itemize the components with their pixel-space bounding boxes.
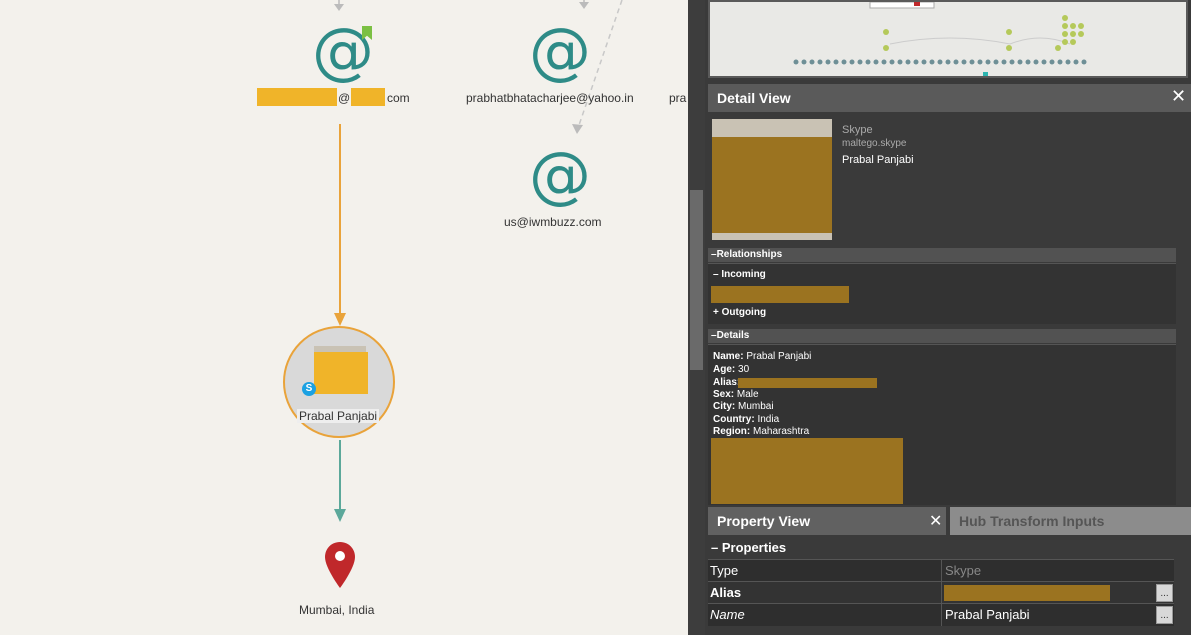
detail-sex: Sex: Male: [713, 389, 759, 400]
property-row-type[interactable]: Type Skype: [708, 559, 1174, 582]
redacted-avatar: [314, 352, 368, 394]
property-value: Skype: [945, 563, 982, 578]
edit-alias-button[interactable]: ...: [1156, 584, 1173, 602]
location-node-label: Mumbai, India: [299, 603, 375, 617]
detail-name: Name: Prabal Panjabi: [713, 351, 812, 362]
incoming-toggle[interactable]: – Incoming: [713, 269, 766, 280]
scrollbar-thumb[interactable]: [690, 190, 703, 370]
outgoing-toggle[interactable]: + Outgoing: [713, 307, 766, 318]
properties-section-header[interactable]: – Properties: [708, 537, 1178, 558]
redacted-thumbnail: [712, 137, 832, 233]
email-at-sign: @: [338, 91, 351, 105]
property-row-name[interactable]: Name Prabal Panjabi ...: [708, 603, 1174, 626]
property-row-alias[interactable]: Alias ...: [708, 581, 1174, 604]
close-icon[interactable]: ✕: [929, 511, 942, 531]
redacted-details-image: [711, 438, 903, 504]
graph-overview[interactable]: [708, 0, 1188, 78]
entity-type-id: maltego.skype: [842, 138, 907, 149]
relationships-section-header[interactable]: –Relationships: [708, 248, 1176, 262]
tab-hub-transform-inputs[interactable]: Hub Transform Inputs: [950, 507, 1191, 535]
detail-age: Age: 30: [713, 364, 750, 375]
property-key: Alias: [710, 585, 742, 600]
email-label-suffix: com: [387, 91, 410, 105]
property-value[interactable]: Prabal Panjabi: [945, 607, 1030, 622]
skype-icon: S: [302, 382, 316, 396]
detail-view-title: Detail View: [717, 90, 791, 106]
detail-city: City: Mumbai: [713, 401, 774, 412]
entity-name: Prabal Panjabi: [842, 154, 914, 166]
redacted-email-user: [257, 88, 337, 106]
details-section-header[interactable]: –Details: [708, 329, 1176, 343]
redacted-email-domain: [351, 88, 385, 106]
close-icon[interactable]: ✕: [1171, 86, 1186, 107]
email-label[interactable]: prabhatbhatacharjee@yahoo.in: [466, 91, 634, 105]
graph-canvas[interactable]: @ @ com @ prabhatbhatacharjee@yahoo.in p…: [0, 0, 688, 635]
detail-alias: Alias:: [713, 377, 741, 388]
edit-name-button[interactable]: ...: [1156, 606, 1173, 624]
email-label[interactable]: us@iwmbuzz.com: [504, 215, 602, 229]
entity-type: Skype: [842, 124, 873, 136]
email-icon[interactable]: @: [529, 20, 591, 82]
detail-country: Country: India: [713, 414, 780, 425]
redacted-alias: [738, 378, 877, 388]
overview-minimap: [793, 1, 1087, 76]
redacted-incoming: [711, 286, 849, 303]
graph-vertical-scrollbar[interactable]: [688, 0, 705, 635]
skype-node-label: Prabal Panjabi: [297, 409, 380, 423]
email-icon[interactable]: @: [529, 144, 591, 206]
detail-view-header: Detail View: [708, 84, 1191, 112]
email-label-partial[interactable]: pra: [669, 91, 686, 105]
property-key: Type: [710, 563, 739, 578]
detail-region: Region: Maharashtra: [713, 426, 810, 437]
redacted-alias-value: [944, 585, 1110, 601]
tab-property-view[interactable]: Property View: [708, 507, 946, 535]
map-pin-icon[interactable]: [325, 542, 355, 588]
property-key: Name: [710, 607, 745, 622]
